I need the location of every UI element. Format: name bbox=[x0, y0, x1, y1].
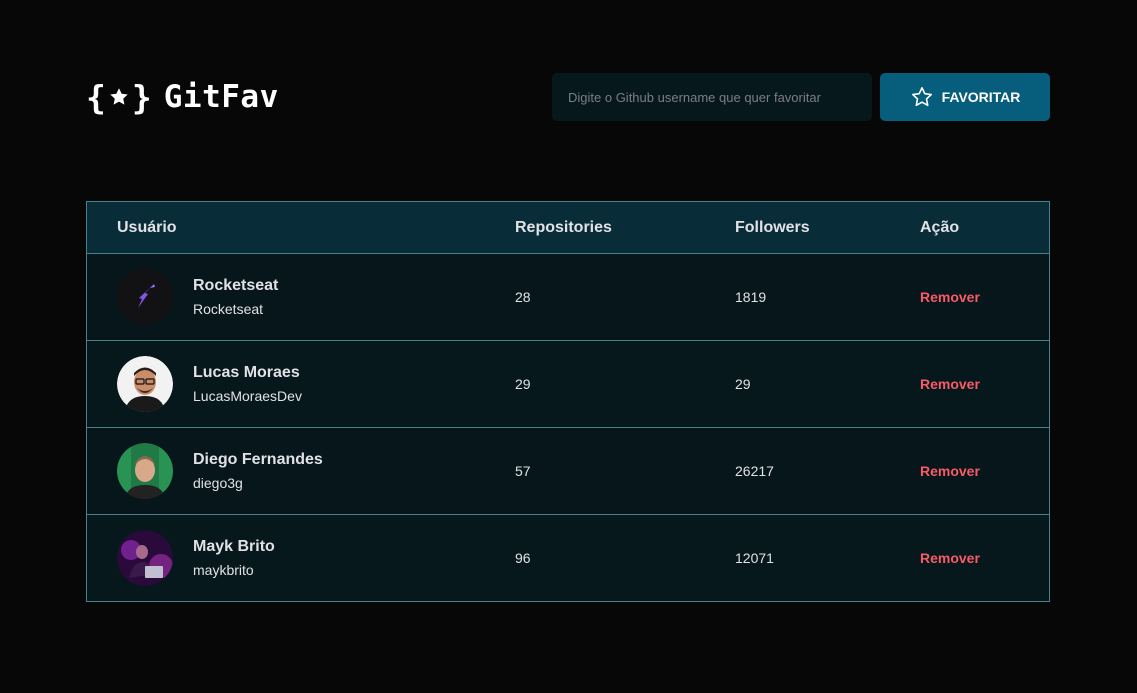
repositories-count: 29 bbox=[515, 376, 531, 392]
remove-button[interactable]: Remover bbox=[920, 463, 980, 479]
user-login: diego3g bbox=[193, 475, 243, 491]
logo-text: GitFav bbox=[163, 79, 279, 115]
logo: { } GitFav bbox=[86, 79, 279, 115]
logo-star-icon: { } bbox=[86, 77, 152, 117]
remove-button[interactable]: Remover bbox=[920, 550, 980, 566]
user-login: LucasMoraesDev bbox=[193, 388, 302, 404]
user-login: Rocketseat bbox=[193, 301, 264, 317]
table-row: Lucas Moraes LucasMoraesDev 29 29 Remove… bbox=[87, 340, 1049, 427]
header-repositories: Repositories bbox=[515, 218, 612, 236]
table-row: Diego Fernandes diego3g 57 26217 Remover bbox=[87, 427, 1049, 514]
remove-button[interactable]: Remover bbox=[920, 376, 980, 392]
followers-count: 1819 bbox=[735, 289, 767, 305]
repositories-count: 28 bbox=[515, 289, 531, 305]
avatar[interactable] bbox=[117, 443, 173, 499]
repositories-count: 57 bbox=[515, 463, 531, 479]
user-cell: Mayk Brito maykbrito bbox=[117, 530, 275, 586]
user-login: maykbrito bbox=[193, 562, 254, 578]
username-input[interactable] bbox=[552, 73, 872, 121]
user-name: Lucas Moraes bbox=[193, 364, 300, 381]
repositories-count: 96 bbox=[515, 550, 531, 566]
followers-count: 29 bbox=[735, 376, 751, 392]
avatar[interactable] bbox=[117, 530, 173, 586]
user-name: Rocketseat bbox=[193, 277, 279, 294]
table-row: Rocketseat Rocketseat 28 1819 Remover bbox=[87, 253, 1049, 340]
favoritar-label: FAVORITAR bbox=[941, 89, 1021, 105]
user-cell: Rocketseat Rocketseat bbox=[117, 269, 278, 325]
favoritar-button[interactable]: FAVORITAR bbox=[880, 73, 1050, 121]
user-name: Mayk Brito bbox=[193, 538, 275, 555]
header-action: Ação bbox=[920, 218, 960, 236]
followers-count: 26217 bbox=[735, 463, 774, 479]
avatar[interactable] bbox=[117, 269, 173, 325]
remove-button[interactable]: Remover bbox=[920, 289, 980, 305]
header-user: Usuário bbox=[117, 218, 177, 236]
table-row: Mayk Brito maykbrito 96 12071 Remover bbox=[87, 514, 1049, 601]
table-header: Usuário Repositories Followers Ação bbox=[87, 202, 1049, 253]
avatar[interactable] bbox=[117, 356, 173, 412]
user-name: Diego Fernandes bbox=[193, 451, 323, 468]
header-followers: Followers bbox=[735, 218, 810, 236]
star-outline-icon bbox=[911, 87, 932, 107]
user-cell: Lucas Moraes LucasMoraesDev bbox=[117, 356, 302, 412]
search-bar: FAVORITAR bbox=[552, 73, 1050, 121]
favorites-table: Usuário Repositories Followers Ação Rock… bbox=[86, 201, 1050, 602]
header: { } GitFav FAVORITAR bbox=[86, 73, 1050, 121]
followers-count: 12071 bbox=[735, 550, 774, 566]
user-cell: Diego Fernandes diego3g bbox=[117, 443, 323, 499]
